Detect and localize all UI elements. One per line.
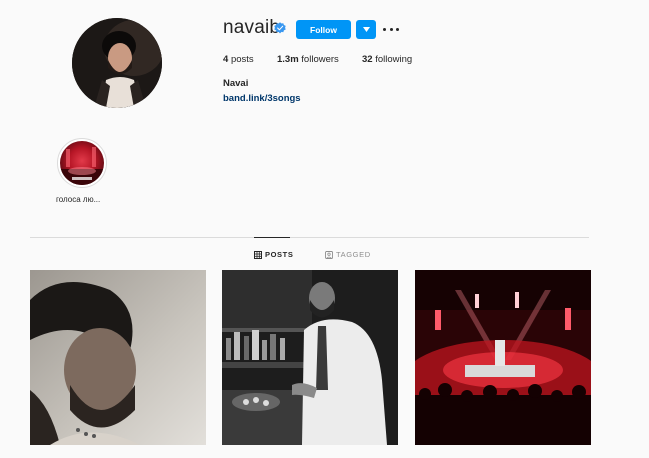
suggested-accounts-button[interactable] [356, 20, 376, 39]
post-thumbnail[interactable] [222, 270, 398, 445]
tab-tagged-label: TAGGED [336, 250, 371, 259]
tab-posts[interactable]: POSTS [254, 250, 293, 259]
profile-page: navaib Follow 4 posts 1.3m followers 32 … [0, 0, 649, 458]
posts-count: 4 [223, 54, 229, 65]
tag-icon [325, 250, 333, 259]
bio-link[interactable]: band.link/3songs [223, 93, 301, 104]
profile-full-name: Navai [223, 78, 249, 89]
grid-icon [254, 250, 262, 259]
story-highlight[interactable]: голоса лю... [56, 138, 108, 204]
profile-username: navaib [223, 17, 281, 38]
tab-posts-label: POSTS [265, 250, 294, 259]
tab-tagged[interactable]: TAGGED [325, 250, 371, 259]
post-thumbnail[interactable] [415, 270, 591, 445]
post-thumbnail[interactable] [30, 270, 206, 445]
stat-posts: 4 posts [223, 54, 254, 65]
more-options-icon[interactable] [383, 23, 399, 35]
highlight-cover [60, 141, 104, 185]
verified-badge-icon [274, 22, 286, 34]
highlight-ring [57, 138, 107, 188]
profile-avatar[interactable] [72, 18, 162, 108]
following-label: following [375, 54, 413, 65]
tabs-divider [30, 237, 589, 238]
following-count: 32 [362, 54, 373, 65]
stat-following[interactable]: 32 following [362, 54, 412, 65]
followers-label: followers [301, 54, 339, 65]
stat-followers[interactable]: 1.3m followers [277, 54, 339, 65]
highlight-label: голоса лю... [56, 195, 101, 204]
follow-button[interactable]: Follow [296, 20, 351, 39]
active-tab-indicator [254, 237, 290, 238]
caret-down-icon [362, 27, 370, 32]
followers-count: 1.3m [277, 54, 299, 65]
posts-label: posts [230, 54, 254, 65]
